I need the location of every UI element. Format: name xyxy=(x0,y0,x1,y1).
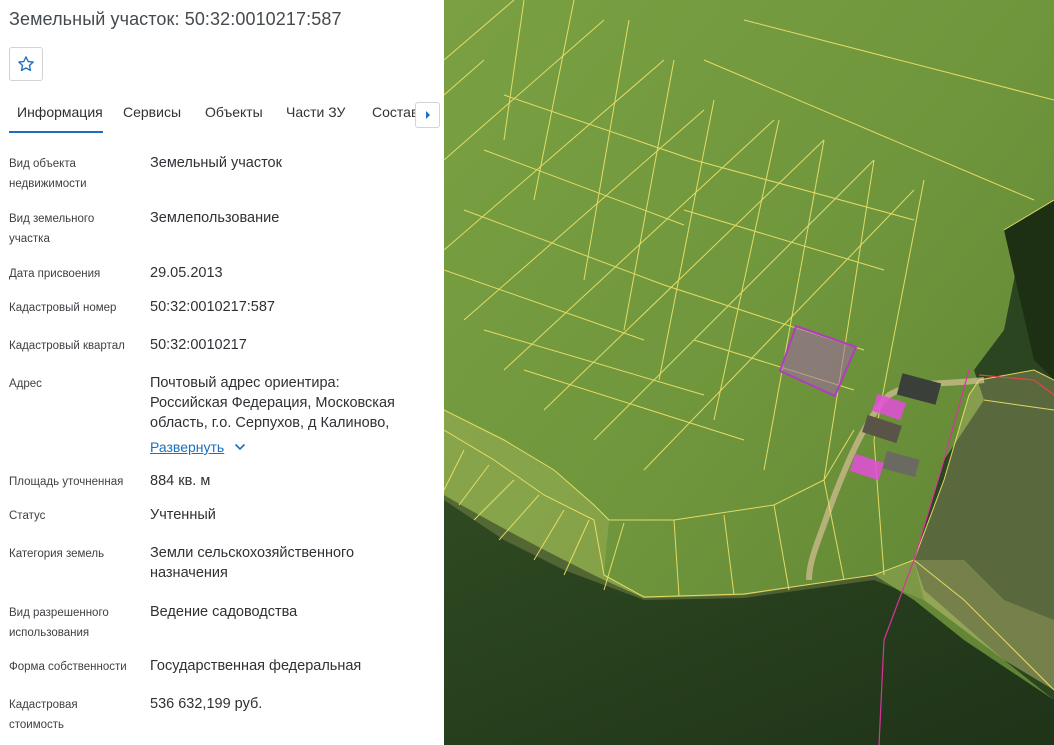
field-value-ownership: Государственная федеральная xyxy=(150,658,362,674)
map-view[interactable] xyxy=(444,0,1054,745)
expand-address-link[interactable]: Развернуть xyxy=(150,437,246,457)
favorite-button[interactable] xyxy=(9,47,43,81)
active-tab-indicator xyxy=(9,131,103,133)
field-value-cadastral-number: 50:32:0010217:587 xyxy=(150,299,275,315)
field-label-cadastral-value: Кадастровая стоимость xyxy=(9,699,78,731)
tab-services[interactable]: Сервисы xyxy=(123,104,181,120)
field-value-land-category: Земли сельскохозяйственного назначения xyxy=(150,545,355,581)
field-value-object-type: Земельный участок xyxy=(150,155,282,171)
tab-parts[interactable]: Части ЗУ xyxy=(286,104,345,120)
field-label-address: Адрес xyxy=(9,378,42,390)
field-value-status: Учтенный xyxy=(150,507,216,523)
caret-right-icon xyxy=(425,111,430,119)
field-value-permitted-use: Ведение садоводства xyxy=(150,604,298,620)
field-value-cadastral-value: 536 632,199 руб. xyxy=(150,696,263,712)
tab-information[interactable]: Информация xyxy=(17,104,103,120)
field-label-cadastral-number: Кадастровый номер xyxy=(9,302,117,314)
field-label-area: Площадь уточненная xyxy=(9,476,124,488)
field-label-status: Статус xyxy=(9,510,46,522)
chevron-down-icon xyxy=(235,443,246,451)
field-label-permitted-use: Вид разрешенного использования xyxy=(9,607,109,639)
satellite-map[interactable] xyxy=(444,0,1054,745)
info-panel: Земельный участок: 50:32:0010217:587 Инф… xyxy=(0,0,444,745)
field-label-ownership: Форма собственности xyxy=(9,661,127,673)
page-title: Земельный участок: 50:32:0010217:587 xyxy=(9,9,342,29)
field-label-land-category: Категория земель xyxy=(9,548,105,560)
tab-bar: Информация Сервисы Объекты Части ЗУ Сост… xyxy=(0,96,444,132)
field-label-assignment-date: Дата присвоения xyxy=(9,268,101,280)
field-label-object-type: Вид объекта недвижимости xyxy=(9,158,87,190)
field-value-land-type: Землепользование xyxy=(150,210,280,226)
field-value-address: Почтовый адрес ориентира: Российская Фед… xyxy=(150,375,395,457)
field-value-area: 884 кв. м xyxy=(150,473,211,489)
tab-objects[interactable]: Объекты xyxy=(205,104,263,120)
star-outline-icon xyxy=(18,56,34,72)
tabs-scroll-right-button[interactable] xyxy=(415,102,440,128)
field-value-assignment-date: 29.05.2013 xyxy=(150,265,223,281)
field-label-land-type: Вид земельного участка xyxy=(9,213,95,245)
field-value-cadastral-quarter: 50:32:0010217 xyxy=(150,337,247,353)
field-label-cadastral-quarter: Кадастровый квартал xyxy=(9,340,125,352)
tab-composition[interactable]: Состав xyxy=(372,104,418,120)
